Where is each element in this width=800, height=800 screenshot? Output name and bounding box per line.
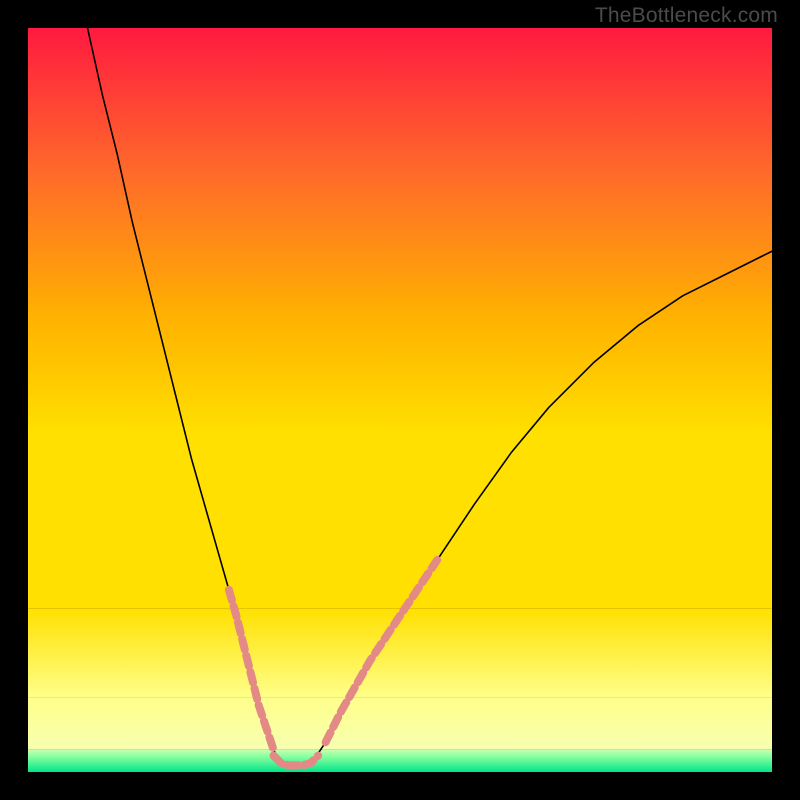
gradient-band bbox=[28, 28, 772, 608]
chart-frame: TheBottleneck.com bbox=[0, 0, 800, 800]
gradient-band bbox=[28, 750, 772, 772]
gradient-background bbox=[28, 28, 772, 772]
chart-plot-area bbox=[28, 28, 772, 772]
gradient-band bbox=[28, 698, 772, 750]
chart-svg bbox=[28, 28, 772, 772]
watermark-text: TheBottleneck.com bbox=[595, 4, 778, 28]
